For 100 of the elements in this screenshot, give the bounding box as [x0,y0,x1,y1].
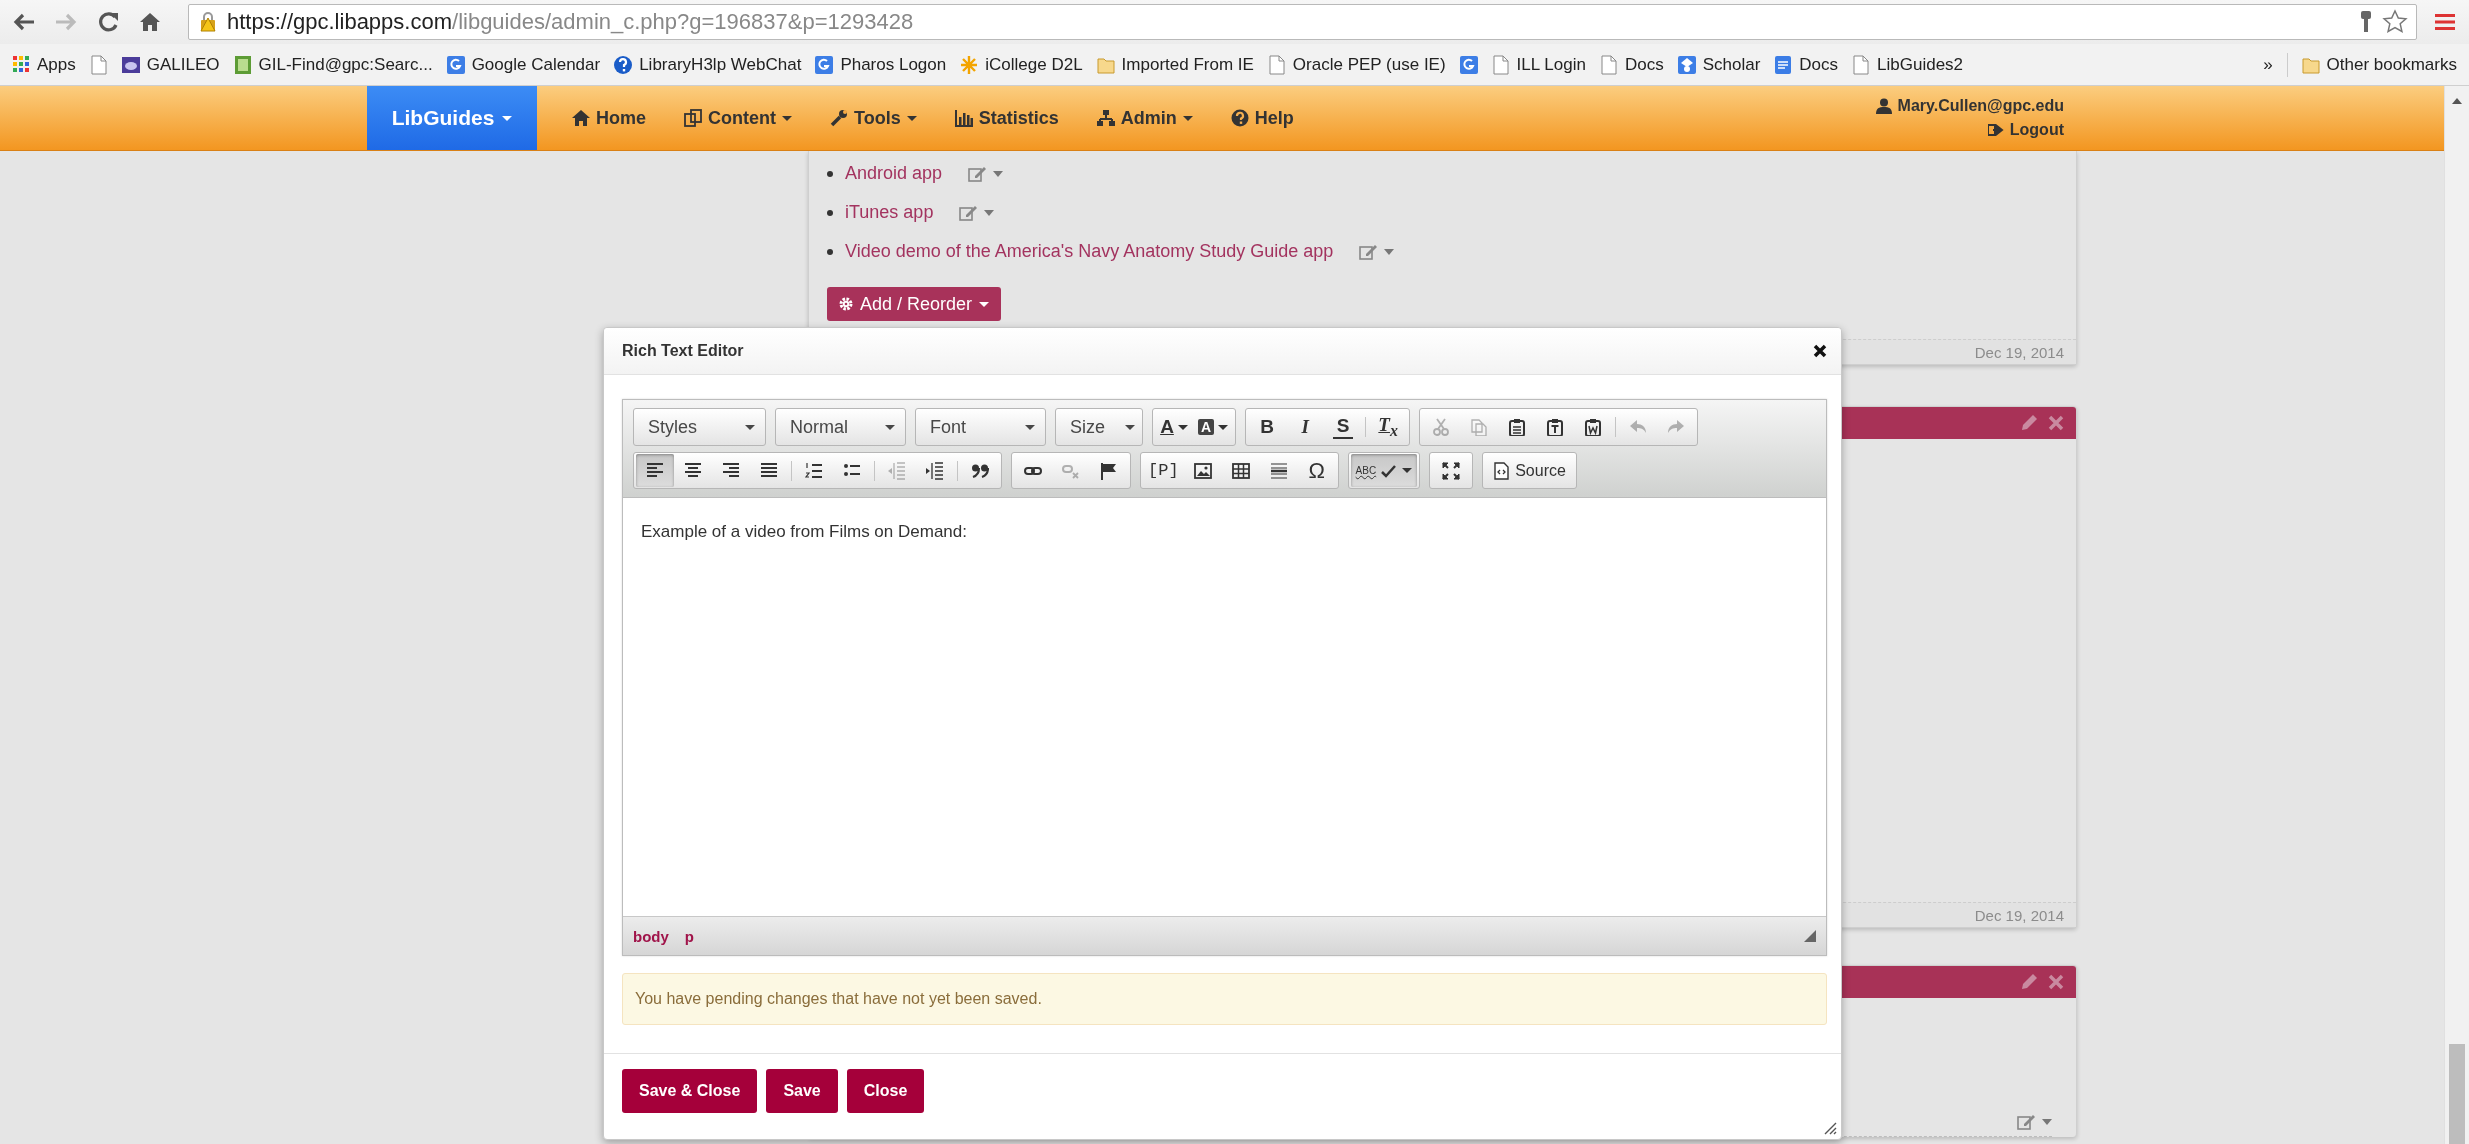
dropdown[interactable]: Font [915,408,1046,446]
nav-menu-item[interactable]: Content [665,107,811,129]
book-icon [233,54,252,75]
align-right-icon [722,461,740,480]
align-left-button[interactable] [636,454,674,487]
dropdown[interactable]: Size [1055,408,1143,446]
scholar-logo-icon [1677,54,1696,75]
link[interactable]: Android app [845,163,943,184]
caret-icon [2042,1119,2052,1125]
bookmark-link[interactable]: LibGuides2 [1852,54,1964,75]
bookmark-link[interactable]: Imported From IE [1096,54,1254,75]
element-path-link[interactable]: body [633,927,669,945]
element-path-link[interactable]: p [684,927,694,945]
other-bookmarks-folder[interactable]: Other bookmarks [2301,54,2457,75]
align-left-icon [646,461,664,480]
caret-icon [993,170,1004,177]
bullet-icon [827,248,833,255]
date-text: Dec 19, 2014 [1974,343,2064,361]
clipboard-word-icon [1584,418,1603,436]
italic-button[interactable]: I [1286,410,1325,444]
nav-menu-item[interactable]: Help [1211,107,1313,129]
indent-icon [926,461,944,480]
gear-icon [839,297,853,311]
link[interactable]: Video demo of the America's Navy Anatomy Study Guide app [845,241,1334,262]
lock-warning-icon [197,11,219,33]
page-icon [1267,54,1286,75]
caret-icon [1384,248,1395,255]
maximize-icon [1442,461,1461,480]
nav-menu-item[interactable]: Home [553,107,665,129]
more-bookmarks-button[interactable]: » [2263,54,2273,75]
dialog-button[interactable]: Save [766,1069,838,1113]
nav-menu-item[interactable]: Tools [811,107,936,129]
align-justify-icon [760,461,778,480]
scissors-icon [1432,418,1451,436]
sitemap-icon [1096,109,1115,127]
resize-grip-icon[interactable] [1823,1121,1837,1135]
flag-icon [1100,461,1118,480]
bookmark-button[interactable] [1459,54,1478,75]
help-icon [1230,109,1249,127]
bar-chart-icon [954,109,973,127]
remove-format-button[interactable]: T$_{x}$ [1369,410,1408,444]
bookmark-link[interactable]: GIL-Find@gpc:Searc... [233,54,433,75]
g-logo-icon [446,54,465,75]
globe-logo-icon [121,54,140,75]
dialog-button[interactable]: Close [846,1069,925,1113]
spell-check-button[interactable]: ABC [1350,454,1418,487]
clipboard-icon [1508,418,1527,436]
dropdown[interactable]: Normal [775,408,906,446]
home-icon [572,109,590,127]
bullet-icon [827,209,833,216]
pending-changes-alert: You have pending changes that have not yet been saved. [622,973,1827,1025]
bookmark-link[interactable]: Google Calendar [446,54,601,75]
star-icon[interactable] [2382,9,2408,35]
add-reorder-button[interactable]: Add / Reorder [827,287,1002,321]
page-icon [1599,54,1618,75]
bookmark-link[interactable]: Apps [12,54,76,75]
document-icon [1774,54,1793,75]
scrollbar[interactable] [2444,86,2469,1144]
strikethrough-button[interactable]: S [1333,415,1354,439]
special-character-button[interactable]: Ω [1297,454,1336,487]
outdent-icon [888,461,906,480]
dialog-button[interactable]: Save & Close [622,1069,758,1113]
brand-menu-button[interactable]: LibGuides [367,86,537,150]
bookmark-link[interactable]: Pharos Logon [815,54,947,75]
bookmark-link[interactable]: GALILEO [121,54,220,75]
bookmark-link[interactable]: Docs [1599,54,1664,75]
dropdown[interactable]: Styles [633,408,766,446]
home-icon [139,12,161,32]
address-field[interactable]: https://gpc.libapps.com/libguides/admin_c.php?g=196837&p=1293428 [188,4,2417,40]
bold-button[interactable]: B [1248,410,1287,444]
question-icon [614,54,633,75]
bookmark-link[interactable]: Oracle PEP (use IE) [1267,54,1446,75]
bookmark-link[interactable]: LibraryH3lp WebChat [614,54,802,75]
page-icon [1491,54,1510,75]
nav-menu-item[interactable]: Statistics [935,107,1078,129]
edit-icon [959,203,980,222]
bookmark-link[interactable]: iCollege D2L [960,54,1083,75]
bookmark-link[interactable]: Docs [1774,54,1839,75]
dialog-title: Rich Text Editor [622,342,744,360]
scroll-up-icon [2451,96,2463,106]
back-arrow-icon [13,13,35,31]
scrollbar-thumb[interactable] [2449,1044,2465,1144]
key-icon [2358,10,2374,34]
link[interactable]: iTunes app [845,202,934,223]
nav-menu-item[interactable]: Admin [1077,107,1212,129]
logout-link[interactable]: Logout [1987,121,2064,139]
edit-icon [2017,1113,2037,1131]
text-color-button[interactable]: A [1155,410,1193,444]
close-button[interactable] [1813,344,1827,358]
placeholder-button[interactable]: [P] [1143,454,1184,487]
align-center-icon [684,461,702,480]
background-color-button[interactable]: A [1193,410,1234,444]
g-logo-icon [815,54,834,75]
bookmark-link[interactable]: ILL Login [1491,54,1586,75]
wrench-icon [830,109,848,127]
source-button[interactable]: Source [1485,454,1574,487]
bookmark-link[interactable]: Scholar [1677,54,1761,75]
sign-out-icon [1987,123,2004,137]
image-icon [1193,461,1212,480]
resize-handle-icon[interactable] [1804,930,1816,942]
